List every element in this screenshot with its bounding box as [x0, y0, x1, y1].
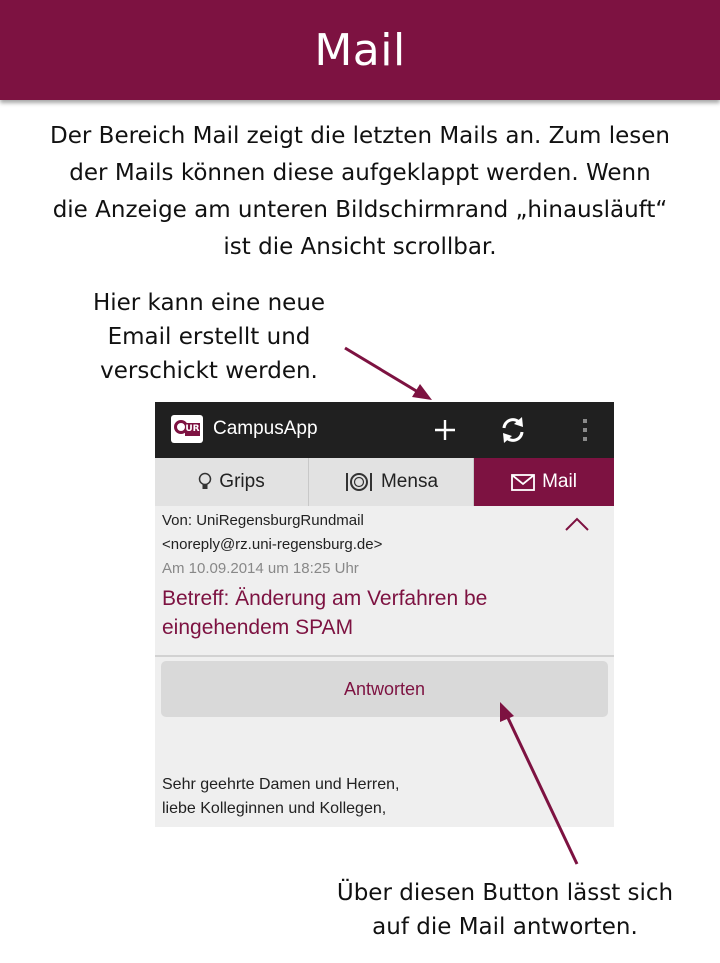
intro-line: Der Bereich Mail zeigt die letzten Mails…: [50, 123, 670, 149]
tab-mail[interactable]: Mail: [474, 458, 614, 506]
slide-title: Mail: [314, 24, 406, 76]
plate-icon: [345, 473, 372, 491]
mail-body-line: Sehr geehrte Damen und Herren,: [162, 776, 400, 793]
tab-label: Mail: [542, 471, 577, 492]
tab-label: Grips: [219, 471, 265, 492]
intro-line: der Mails können diese aufgeklappt werde…: [69, 160, 651, 186]
new-mail-callout: Hier kann eine neue Email erstellt und v…: [60, 286, 358, 388]
overflow-menu-icon[interactable]: [569, 414, 601, 446]
action-bar: UR CampusApp: [155, 402, 614, 458]
callout-line: Email erstellt und: [107, 324, 311, 350]
mail-date: Am 10.09.2014 um 18:25 Uhr: [162, 560, 359, 577]
tab-mensa[interactable]: Mensa: [309, 458, 474, 506]
intro-line: die Anzeige am unteren Bildschirmrand „h…: [52, 197, 668, 223]
app-title: CampusApp: [213, 418, 318, 439]
divider: [155, 655, 614, 657]
slide-header: Mail: [0, 0, 720, 100]
callout-line: Hier kann eine neue: [92, 290, 326, 316]
mail-subject-line: Betreff: Änderung am Verfahren be: [162, 587, 488, 610]
app-logo: UR: [171, 415, 203, 443]
envelope-icon: [511, 473, 535, 491]
logo-text: UR: [185, 423, 200, 436]
reply-callout: Über diesen Button lässt sich auf die Ma…: [300, 876, 710, 944]
tab-label: Mensa: [380, 471, 439, 492]
chevron-up-icon[interactable]: [563, 514, 591, 534]
intro-line: ist die Ansicht scrollbar.: [223, 234, 497, 260]
mail-body-line: liebe Kolleginnen und Kollegen,: [162, 800, 387, 817]
mail-subject: Betreff: Änderung am Verfahren be eingeh…: [162, 584, 582, 642]
tab-grips[interactable]: Grips: [155, 458, 309, 506]
plus-icon[interactable]: [429, 414, 461, 446]
mail-subject-line: eingehendem SPAM: [162, 616, 354, 639]
refresh-icon[interactable]: [497, 414, 529, 446]
callout-line: Über diesen Button lässt sich: [336, 880, 674, 906]
callout-line: verschickt werden.: [100, 358, 318, 384]
app-screenshot: UR CampusApp Grips Mensa Mail Von: UniRe…: [155, 402, 614, 827]
mail-sender: Von: UniRegensburgRundmail: [162, 512, 364, 529]
reply-button[interactable]: Antworten: [161, 661, 608, 717]
arrow-to-plus: [344, 346, 432, 400]
mail-sender-address: <noreply@rz.uni-regensburg.de>: [162, 536, 383, 553]
callout-line: auf die Mail antworten.: [372, 914, 638, 940]
intro-text: Der Bereich Mail zeigt die letzten Mails…: [14, 118, 706, 266]
lightbulb-icon: [199, 472, 212, 489]
tab-bar: Grips Mensa Mail: [155, 458, 614, 506]
